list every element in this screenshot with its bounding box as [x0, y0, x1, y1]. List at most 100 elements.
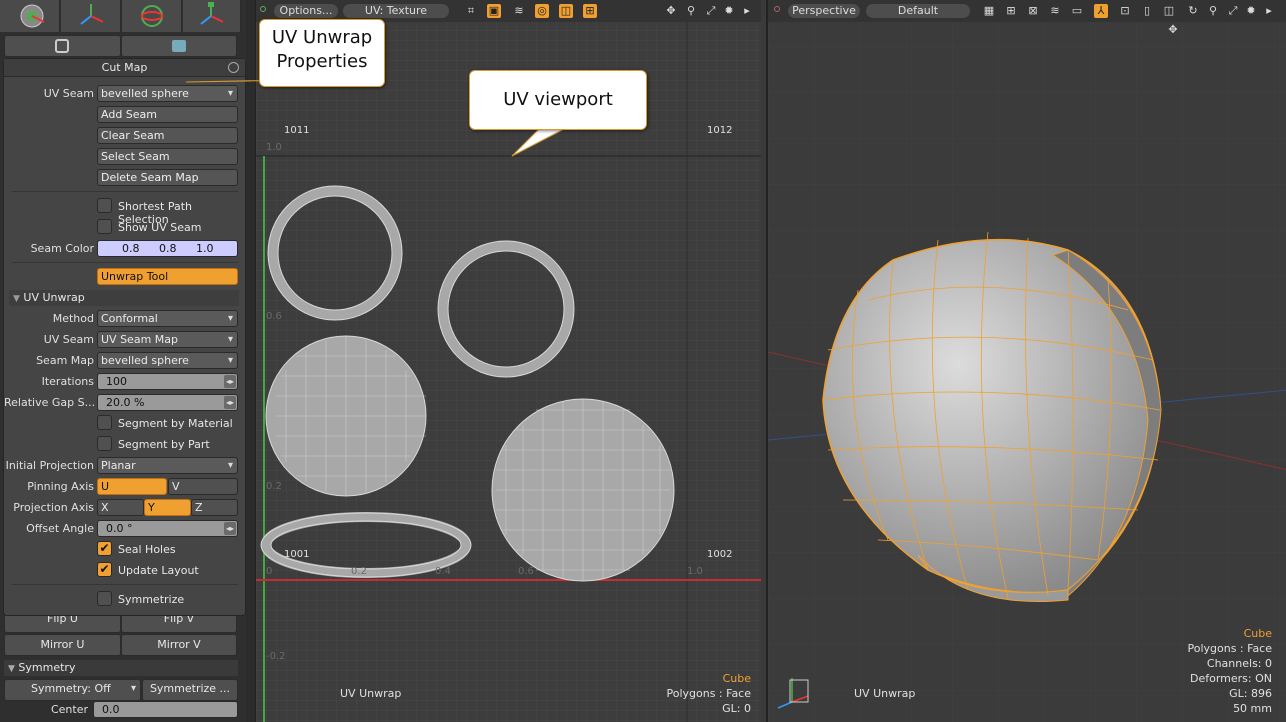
axis-label: 0: [266, 566, 273, 577]
seam-map-dropdown[interactable]: bevelled sphere: [97, 352, 238, 369]
cross-icon[interactable]: ⊠: [1026, 4, 1040, 18]
update-layout-checkbox[interactable]: ✔: [97, 562, 112, 577]
select-seam-button[interactable]: Select Seam: [97, 148, 238, 165]
tool-tab-rotate[interactable]: [122, 0, 182, 32]
uv-seam-map-dropdown[interactable]: UV Seam Map: [97, 331, 238, 348]
uv-texture-dropdown[interactable]: UV: Texture: [343, 4, 449, 18]
spinner-icon[interactable]: ◂▸: [224, 396, 236, 409]
symmetrize-button[interactable]: Symmetrize ...: [142, 679, 238, 701]
item-name-label: Cube: [722, 672, 751, 685]
crop-icon[interactable]: ⌗: [464, 4, 478, 18]
checker-icon[interactable]: ▦: [982, 4, 996, 18]
perspective-viewport[interactable]: Perspective Default ▦ ⊞ ⊠ ≋ ▭ ⅄ ⊡ ▯ ◫ ↻ …: [766, 0, 1286, 722]
uv-texture-label: UV: Texture: [364, 4, 428, 17]
uv-seam-map-label: UV Seam: [43, 333, 94, 346]
spinner-icon[interactable]: ◂▸: [224, 375, 236, 388]
divider: [12, 191, 238, 192]
map-icon[interactable]: ◫: [1162, 4, 1176, 18]
perspective-toolbar: Perspective Default ▦ ⊞ ⊠ ≋ ▭ ⅄ ⊡ ▯ ◫ ↻ …: [768, 0, 1286, 36]
delete-seam-map-button[interactable]: Delete Seam Map: [97, 169, 238, 186]
offset-angle-value: 0.0 °: [106, 522, 133, 535]
wave-icon[interactable]: ≋: [512, 4, 526, 18]
uv-seam-dropdown[interactable]: bevelled sphere: [97, 85, 238, 102]
fit-icon[interactable]: ⤢: [1226, 4, 1240, 18]
symmetrize-checkbox[interactable]: [97, 591, 112, 606]
segment-material-label: Segment by Material: [118, 417, 233, 430]
rotate-icon[interactable]: ↻: [1186, 4, 1200, 18]
uv-frame-icon[interactable]: ▣: [487, 4, 501, 18]
panel-divider[interactable]: [246, 0, 255, 722]
shading-dropdown[interactable]: Default: [866, 4, 970, 18]
uv-tile-icon[interactable]: ⊞: [583, 4, 597, 18]
expand-arrow-icon[interactable]: ▸: [1262, 4, 1276, 18]
uv-edit-button[interactable]: [121, 35, 237, 57]
texture-icon[interactable]: ⊡: [1118, 4, 1132, 18]
projection-z-button[interactable]: Z: [191, 499, 238, 516]
pan-icon[interactable]: ✥: [1166, 23, 1180, 37]
shortest-path-checkbox[interactable]: [97, 198, 112, 213]
viewport-toggle-icon[interactable]: [774, 6, 780, 12]
pan-icon[interactable]: ✥: [664, 4, 678, 18]
options-button[interactable]: Options...: [274, 4, 338, 18]
mirror-v-button[interactable]: Mirror V: [121, 634, 237, 656]
fit-icon[interactable]: ⤢: [704, 4, 718, 18]
add-seam-button[interactable]: Add Seam: [97, 106, 238, 123]
show-uv-seam-label: Show UV Seam: [118, 221, 202, 234]
uv-seam-value: bevelled sphere: [101, 87, 189, 100]
tool-tab-scale[interactable]: [183, 0, 241, 32]
projection-y-button[interactable]: Y: [144, 499, 191, 516]
move-gizmo-icon: [80, 4, 104, 25]
gear-icon[interactable]: ✹: [1244, 4, 1258, 18]
uv-island-icon[interactable]: ◫: [559, 4, 573, 18]
add-seam-label: Add Seam: [101, 108, 157, 121]
mirror-u-button[interactable]: Mirror U: [4, 634, 121, 656]
show-uv-seam-checkbox[interactable]: [97, 219, 112, 234]
panel-close-icon[interactable]: [228, 62, 239, 73]
tool-tab-transform[interactable]: [0, 0, 60, 32]
search-icon[interactable]: ⚲: [684, 4, 698, 18]
view-type-label: Perspective: [792, 4, 856, 17]
pinning-axis-label: Pinning Axis: [27, 480, 94, 493]
symmetry-section-header[interactable]: ▼ Symmetry: [4, 660, 238, 676]
unwrap-tool-button[interactable]: Unwrap Tool: [97, 268, 238, 285]
view-type-dropdown[interactable]: Perspective: [788, 4, 860, 18]
iterations-field[interactable]: 100 ◂▸: [97, 373, 238, 390]
pinning-u-button[interactable]: U: [97, 478, 167, 495]
seam-color-field[interactable]: 0.8 0.8 1.0: [97, 240, 238, 257]
projection-x-button[interactable]: X: [97, 499, 144, 516]
projection-axis-label: Projection Axis: [13, 501, 94, 514]
expand-arrow-icon[interactable]: ▸: [740, 4, 754, 18]
pivot-icon[interactable]: ⅄: [1094, 4, 1108, 18]
initial-projection-dropdown[interactable]: Planar: [97, 457, 238, 474]
spinner-icon[interactable]: ◂▸: [224, 522, 236, 535]
tool-name-label: UV Unwrap: [854, 687, 916, 700]
clear-seam-button[interactable]: Clear Seam: [97, 127, 238, 144]
symmetry-section-label: Symmetry: [18, 661, 76, 674]
box-icon[interactable]: ▭: [1070, 4, 1084, 18]
viewport-toggle-icon[interactable]: [260, 6, 266, 12]
mirror-u-label: Mirror U: [40, 638, 85, 651]
segment-part-checkbox[interactable]: [97, 436, 112, 451]
wave-icon[interactable]: ≋: [1048, 4, 1062, 18]
tool-tab-move[interactable]: [61, 0, 121, 32]
scale-gizmo-icon: [200, 2, 224, 25]
offset-angle-field[interactable]: 0.0 ° ◂▸: [97, 520, 238, 537]
center-field[interactable]: 0.0: [93, 701, 238, 718]
segment-part-label: Segment by Part: [118, 438, 210, 451]
segment-material-checkbox[interactable]: [97, 415, 112, 430]
relative-gap-field[interactable]: 20.0 % ◂▸: [97, 394, 238, 411]
gear-icon[interactable]: ✹: [722, 4, 736, 18]
search-icon[interactable]: ⚲: [1206, 4, 1220, 18]
uv-select-icon[interactable]: ◎: [535, 4, 549, 18]
symmetry-dropdown[interactable]: Symmetry: Off: [4, 679, 141, 701]
mirror-v-label: Mirror V: [157, 638, 201, 651]
uv-mode-button[interactable]: [4, 35, 121, 57]
method-dropdown[interactable]: Conformal: [97, 310, 238, 327]
uv-map-icon: [55, 39, 69, 53]
pinning-v-button[interactable]: V: [168, 478, 238, 495]
seal-holes-checkbox[interactable]: ✔: [97, 541, 112, 556]
uv-seam-map-value: UV Seam Map: [101, 333, 178, 346]
book-icon[interactable]: ▯: [1140, 4, 1154, 18]
uv-unwrap-section-header[interactable]: ▼ UV Unwrap: [9, 290, 239, 306]
grid-icon[interactable]: ⊞: [1004, 4, 1018, 18]
